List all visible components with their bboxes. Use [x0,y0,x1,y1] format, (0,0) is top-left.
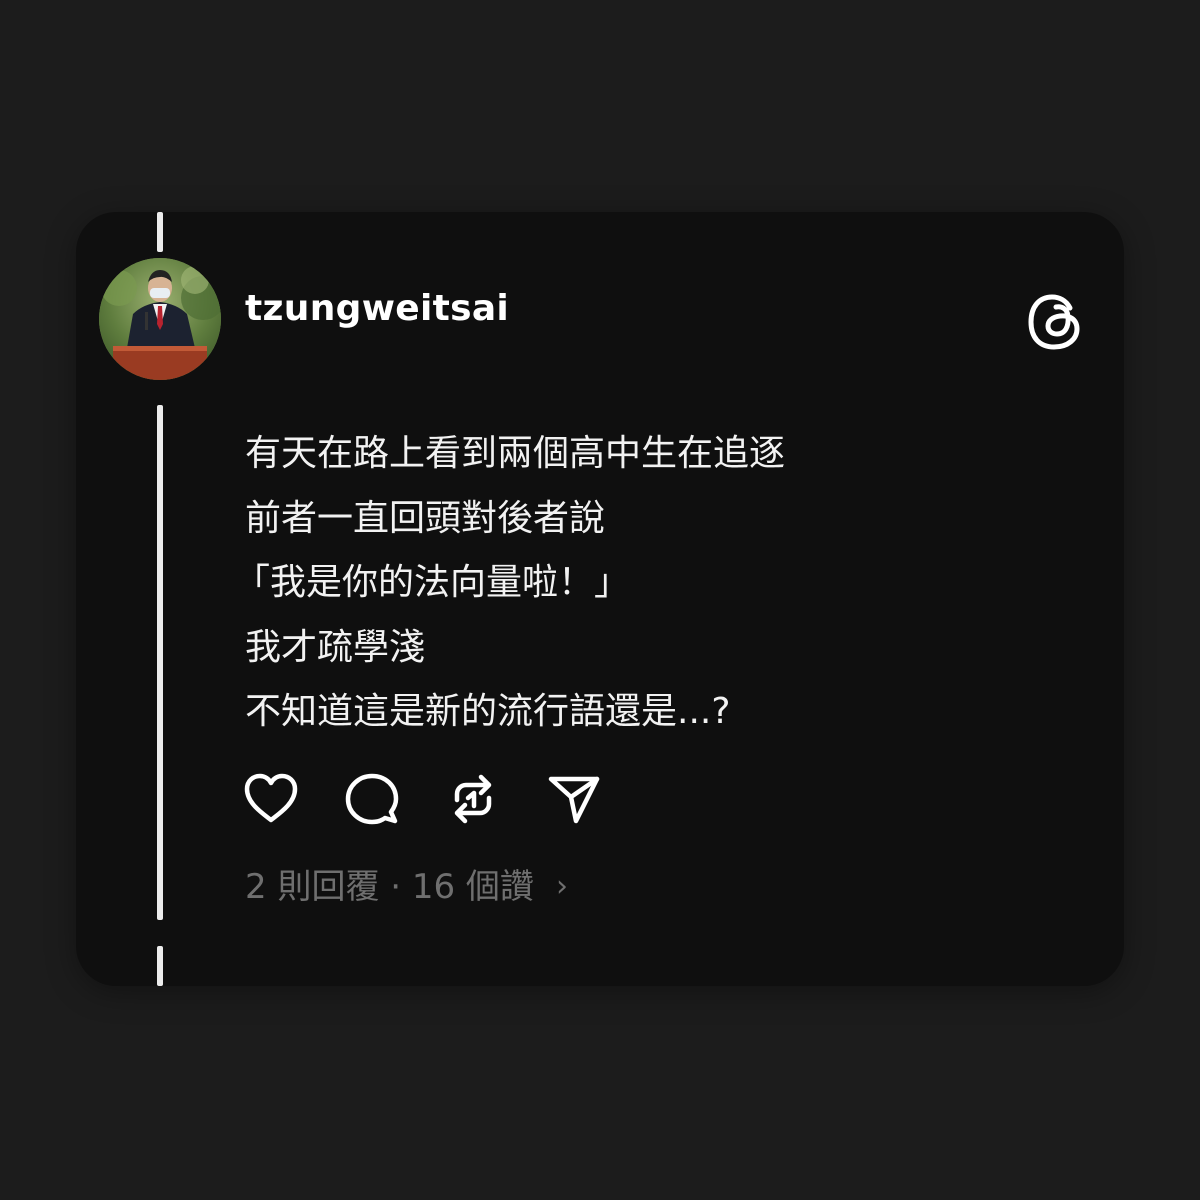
share-icon [548,776,600,824]
comment-icon [345,773,399,825]
post-line: 前者一直回頭對後者說 [245,497,606,539]
repost-button[interactable] [444,770,502,828]
reply-button[interactable] [343,770,401,828]
thread-line-top [157,212,163,252]
post-stats-link[interactable]: 2 則回覆 · 16 個讚 › [245,862,568,912]
heart-icon [244,773,298,823]
thread-line [157,405,163,920]
thread-line-bottom [157,946,163,986]
post-line: 不知道這是新的流行語還是...? [245,691,731,732]
post-line: 「我是你的法向量啦！」 [234,562,631,603]
chevron-right-icon: › [555,869,568,904]
screenshot-stage: tzungweitsai 有天在路上看到兩個高中生在追逐 前者一直回頭對後者說 … [0,0,1200,1200]
repost-icon [454,774,492,824]
threads-logo-icon[interactable] [1024,290,1088,354]
post-line: 有天在路上看到兩個高中生在追逐 [245,433,786,474]
avatar-photo [99,258,221,380]
like-button[interactable] [242,770,300,828]
avatar[interactable] [99,258,221,380]
share-button[interactable] [545,770,603,828]
post-text: 有天在路上看到兩個高中生在追逐 前者一直回頭對後者說 「我是你的法向量啦！」 我… [234,422,1085,745]
reply-like-count: 2 則回覆 · 16 個讚 [245,867,534,907]
post-username[interactable]: tzungweitsai [245,286,509,332]
post-line: 我才疏學淺 [245,626,426,668]
post-actions [242,770,646,828]
